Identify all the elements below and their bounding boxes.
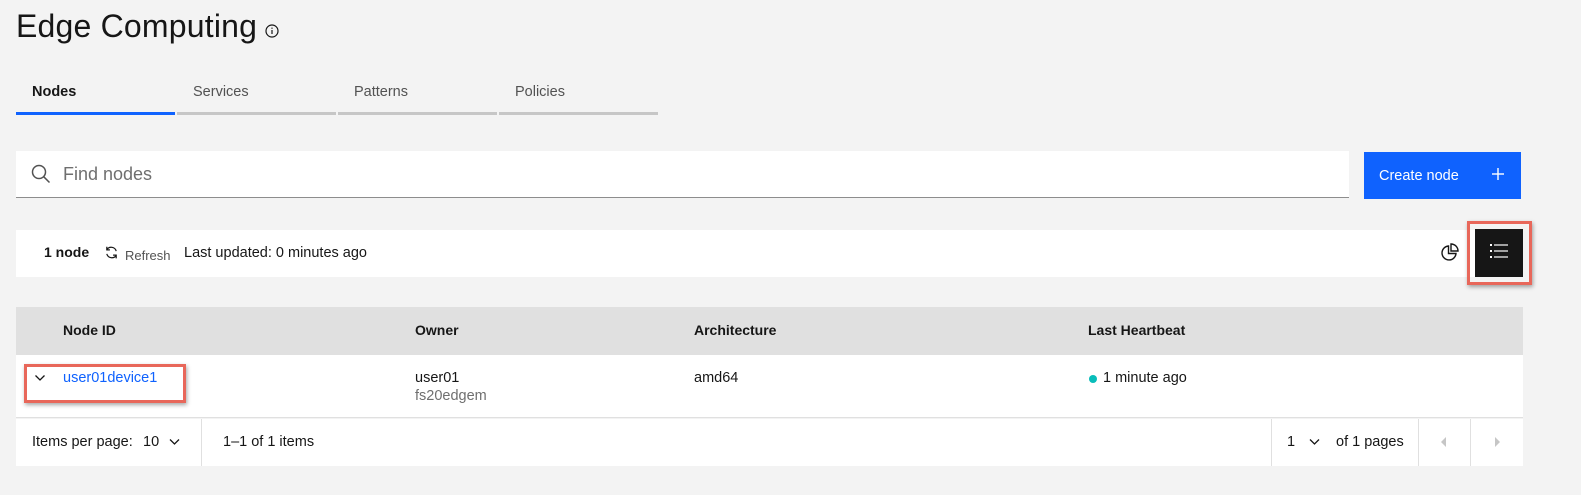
owner-cell: user01 [415, 370, 460, 386]
column-header-architecture[interactable]: Architecture [694, 322, 776, 338]
tab-label: Policies [515, 84, 565, 100]
list-icon [1490, 243, 1508, 264]
tab-list: Nodes Services Patterns Policies [16, 74, 660, 115]
column-header-owner[interactable]: Owner [415, 322, 459, 338]
page-value: 1 [1287, 434, 1296, 450]
items-per-page-value: 10 [143, 434, 160, 450]
list-view-button[interactable] [1475, 229, 1523, 277]
create-node-button[interactable]: Create node [1364, 152, 1521, 199]
tab-label: Nodes [32, 84, 77, 100]
items-per-page-label: Items per page: [32, 434, 133, 450]
tab-nodes[interactable]: Nodes [16, 74, 175, 115]
chevron-down-icon [1309, 434, 1320, 450]
items-range-text: 1–1 of 1 items [223, 434, 315, 450]
plus-icon [1492, 164, 1504, 184]
items-per-page-select[interactable]: 10 [143, 434, 180, 450]
table-header: Node ID Owner Architecture Last Heartbea… [16, 307, 1523, 355]
architecture-cell: amd64 [694, 370, 739, 386]
previous-page-button[interactable] [1418, 419, 1470, 466]
last-heartbeat-cell: 1 minute ago [1103, 370, 1187, 386]
search-icon [31, 164, 51, 184]
column-header-last-heartbeat[interactable]: Last Heartbeat [1088, 322, 1185, 338]
chevron-down-icon[interactable] [34, 371, 48, 385]
tab-label: Services [193, 84, 249, 100]
caret-right-icon [1493, 435, 1501, 451]
divider [201, 419, 202, 466]
tab-patterns[interactable]: Patterns [338, 74, 497, 115]
refresh-icon [104, 245, 119, 265]
search-input[interactable] [63, 154, 1323, 194]
chevron-down-icon [169, 434, 180, 450]
info-icon[interactable] [265, 23, 279, 38]
tab-services[interactable]: Services [177, 74, 336, 115]
total-pages-text: of 1 pages [1336, 434, 1404, 450]
node-id-link[interactable]: user01device1 [63, 370, 157, 386]
create-node-label: Create node [1379, 167, 1459, 184]
next-page-button[interactable] [1471, 419, 1523, 466]
page-header: Edge Computing [16, 8, 279, 45]
pagination-bar: Items per page: 10 1–1 of 1 items 1 of 1… [16, 419, 1523, 466]
divider [1271, 419, 1272, 466]
table-toolbar: 1 node Refresh Last updated: 0 minutes a… [16, 230, 1523, 277]
column-header-node-id[interactable]: Node ID [63, 322, 116, 338]
refresh-button[interactable]: Refresh [104, 245, 171, 265]
page-select[interactable]: 1 [1287, 434, 1320, 450]
tab-policies[interactable]: Policies [499, 74, 658, 115]
search-bar [16, 151, 1349, 198]
page-title: Edge Computing [16, 8, 258, 44]
table-row: user01device1 user01 fs20edgem amd64 1 m… [16, 355, 1523, 418]
owner-org: fs20edgem [415, 388, 487, 404]
node-count: 1 node [44, 244, 90, 260]
tab-label: Patterns [354, 84, 408, 100]
caret-left-icon [1440, 435, 1448, 451]
last-updated-text: Last updated: 0 minutes ago [184, 245, 367, 261]
pie-chart-icon[interactable] [1440, 242, 1462, 264]
refresh-label: Refresh [125, 247, 171, 263]
status-dot-icon [1089, 375, 1097, 383]
